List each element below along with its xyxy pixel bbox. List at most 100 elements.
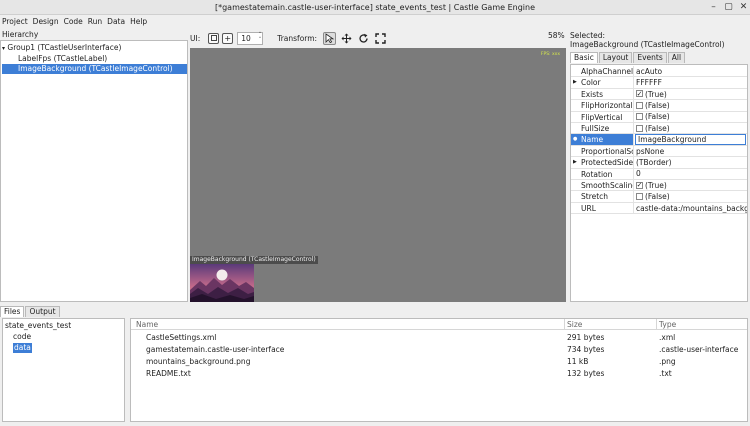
checkbox-unchecked-icon[interactable]: [636, 113, 643, 121]
prop-row-rotation[interactable]: Rotation 0: [571, 168, 747, 180]
column-divider[interactable]: [656, 319, 657, 330]
prop-name: AlphaChannel: [571, 66, 634, 77]
prop-value-text: FFFFFF: [636, 78, 662, 88]
name-edit-field[interactable]: ImageBackground: [635, 134, 746, 145]
close-button[interactable]: ✕: [737, 1, 750, 14]
column-name[interactable]: Name: [136, 320, 158, 329]
hierarchy-tree[interactable]: ▾ Group1 (TCastleUserInterface) LabelFps…: [0, 40, 188, 302]
prop-row-color[interactable]: ▶ Color FFFFFF: [571, 77, 747, 89]
expand-arrow-icon[interactable]: ▶: [573, 77, 577, 87]
prop-row-proportionalscaling[interactable]: ProportionalScaling psNone: [571, 145, 747, 158]
files-tree[interactable]: state_events_test code data: [2, 318, 125, 422]
select-cursor-icon[interactable]: [323, 31, 337, 45]
prop-name: Name: [581, 135, 604, 145]
minimize-button[interactable]: –: [707, 1, 720, 14]
window-title: [*gamestatemain.castle-user-interface] s…: [214, 3, 536, 12]
prop-value-text: (False): [645, 112, 670, 122]
add-ui-button[interactable]: +: [222, 32, 234, 44]
fps-label: FPS: xxx: [540, 52, 560, 57]
folder-item-code[interactable]: code: [13, 332, 31, 342]
tree-item-labelfps[interactable]: LabelFps (TCastleLabel): [2, 54, 187, 64]
menu-code[interactable]: Code: [64, 17, 83, 26]
spin-arrows-icon[interactable]: ˄ ˅: [259, 32, 262, 44]
folder-item-project[interactable]: state_events_test: [5, 321, 71, 331]
prop-value-text: castle-data:/mountains_background.png: [636, 203, 747, 213]
tab-events[interactable]: Events: [633, 52, 667, 63]
select-mode-button[interactable]: [208, 32, 220, 44]
rotate-icon[interactable]: [357, 32, 370, 45]
tab-layout[interactable]: Layout: [598, 52, 633, 63]
prop-row-protectedsides[interactable]: ▶ ProtectedSides (TBorder): [571, 157, 747, 169]
column-type[interactable]: Type: [659, 320, 676, 329]
file-type: .xml: [659, 333, 676, 342]
tree-item-group1[interactable]: ▾ Group1 (TCastleUserInterface): [2, 43, 187, 53]
prop-value[interactable]: (False): [634, 123, 747, 133]
design-viewport[interactable]: FPS: xxx ImageBackground (TCastleImageCo…: [190, 48, 566, 302]
menu-project[interactable]: Project: [2, 17, 28, 26]
tab-output[interactable]: Output: [25, 306, 60, 317]
scale-icon[interactable]: [374, 32, 387, 45]
menu-data[interactable]: Data: [107, 17, 125, 26]
mountains-background-image[interactable]: [190, 264, 254, 302]
file-list-header: Name Size Type: [131, 319, 747, 330]
prop-value[interactable]: psNone: [634, 146, 747, 156]
prop-row-name[interactable]: ● Name ImageBackground: [571, 134, 747, 146]
prop-value[interactable]: ✓ (True): [634, 89, 747, 99]
maximize-button[interactable]: ▢: [722, 1, 735, 14]
menu-design[interactable]: Design: [33, 17, 59, 26]
prop-name: ProtectedSides: [581, 158, 634, 168]
prop-value-text: (False): [645, 100, 670, 110]
checkbox-unchecked-icon[interactable]: [636, 193, 643, 201]
property-grid[interactable]: AlphaChannel acAuto ▶ Color FFFFFF Exists…: [570, 64, 748, 302]
square-icon: [210, 35, 217, 41]
prop-row-url[interactable]: URL castle-data:/mountains_background.pn…: [571, 202, 747, 215]
prop-value[interactable]: 0: [634, 169, 747, 179]
checkbox-unchecked-icon[interactable]: [636, 101, 643, 109]
selected-label: Selected:: [570, 31, 606, 40]
prop-name: Color: [581, 78, 601, 88]
file-row[interactable]: CastleSettings.xml 291 bytes .xml: [131, 332, 747, 344]
prop-value[interactable]: (False): [634, 100, 747, 110]
prop-value[interactable]: ✓ (True): [634, 180, 747, 190]
checkbox-checked-icon[interactable]: ✓: [636, 181, 643, 189]
folder-item-data[interactable]: data: [13, 343, 32, 353]
file-type: .castle-user-interface: [659, 345, 739, 354]
prop-row-smoothscaling[interactable]: SmoothScaling ✓ (True): [571, 180, 747, 192]
prop-row-flipvertical[interactable]: FlipVertical (False): [571, 111, 747, 123]
prop-name-cell: ▶ ProtectedSides: [571, 157, 634, 168]
prop-row-alphachannel[interactable]: AlphaChannel acAuto: [571, 66, 747, 78]
checkbox-unchecked-icon[interactable]: [636, 124, 643, 132]
tab-all[interactable]: All: [667, 52, 686, 63]
prop-value[interactable]: (TBorder): [634, 157, 747, 167]
prop-value[interactable]: castle-data:/mountains_background.png: [634, 203, 747, 213]
prop-row-exists[interactable]: Exists ✓ (True): [571, 88, 747, 101]
prop-value[interactable]: FFFFFF: [634, 77, 747, 87]
checkbox-checked-icon[interactable]: ✓: [636, 90, 643, 98]
file-row[interactable]: mountains_background.png 11 kB .png: [131, 356, 747, 368]
prop-name: FlipVertical: [571, 111, 634, 122]
prop-value[interactable]: acAuto: [634, 66, 747, 76]
file-list[interactable]: Name Size Type CastleSettings.xml 291 by…: [130, 318, 748, 422]
prop-name: Stretch: [571, 191, 634, 202]
tree-item-label: LabelFps (TCastleLabel): [18, 54, 108, 63]
expand-arrow-icon[interactable]: ▶: [573, 157, 577, 167]
snap-spin-input[interactable]: 10 ˄ ˅: [237, 31, 264, 45]
prop-row-stretch[interactable]: Stretch (False): [571, 191, 747, 203]
tree-item-imagebackground[interactable]: ImageBackground (TCastleImageControl): [2, 64, 187, 74]
menu-run[interactable]: Run: [88, 17, 102, 26]
column-size[interactable]: Size: [567, 320, 582, 329]
ui-label: UI:: [190, 33, 201, 43]
collapse-arrow-icon[interactable]: ▾: [2, 45, 5, 52]
tab-files[interactable]: Files: [0, 306, 25, 317]
column-divider[interactable]: [564, 319, 565, 330]
prop-value[interactable]: (False): [634, 112, 747, 122]
prop-row-fliphorizontal[interactable]: FlipHorizontal (False): [571, 100, 747, 112]
window-titlebar: [*gamestatemain.castle-user-interface] s…: [0, 0, 750, 15]
file-row[interactable]: README.txt 132 bytes .txt: [131, 368, 747, 380]
prop-row-fullsize[interactable]: FullSize (False): [571, 123, 747, 135]
menu-help[interactable]: Help: [130, 17, 147, 26]
tab-basic[interactable]: Basic: [570, 52, 598, 63]
prop-value[interactable]: (False): [634, 191, 747, 201]
file-row[interactable]: gamestatemain.castle-user-interface 734 …: [131, 344, 747, 356]
move-icon[interactable]: [340, 32, 353, 45]
